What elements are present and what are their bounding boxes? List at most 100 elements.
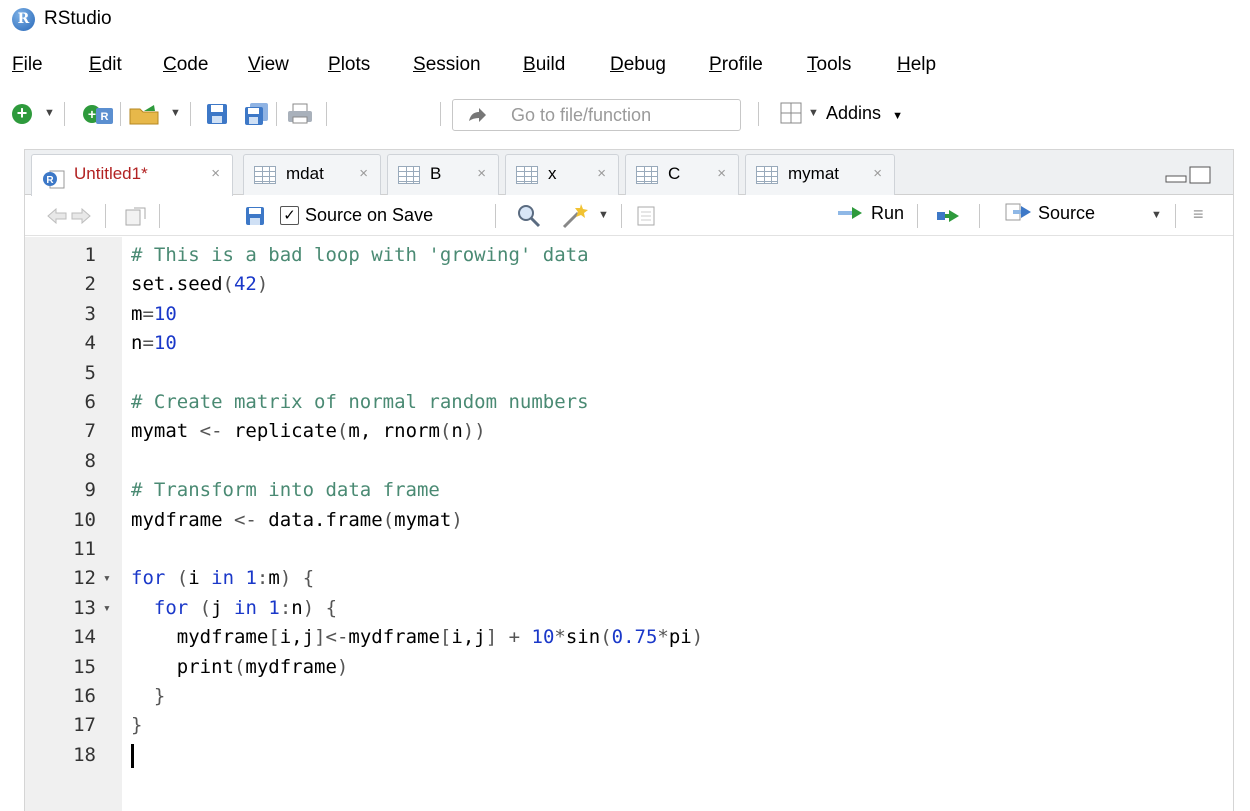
line-number: 1 <box>84 244 96 266</box>
maximize-pane-icon[interactable] <box>1189 166 1211 184</box>
go-to-file-input[interactable] <box>511 103 731 127</box>
run-arrow-icon <box>838 207 862 219</box>
source-on-save-checkbox[interactable]: ✓ <box>280 206 299 225</box>
code-line[interactable]: 1 # This is a bad loop with 'growing' dat… <box>25 241 1233 270</box>
tab-label: C <box>668 164 681 183</box>
line-number: 14 <box>73 626 96 649</box>
save-icon[interactable] <box>206 103 228 125</box>
addins-menu-button[interactable]: Addins ▼ <box>826 103 903 124</box>
save-current-icon[interactable] <box>245 206 265 226</box>
code-line[interactable]: 11 <box>25 535 1233 564</box>
source-arrow-icon <box>1005 203 1031 221</box>
rerun-icon[interactable] <box>935 208 965 224</box>
menu-item[interactable]: Edit <box>89 54 122 76</box>
menu-item[interactable]: Build <box>523 54 565 76</box>
menu-item[interactable]: Code <box>163 54 208 76</box>
source-on-save-label: Source on Save <box>305 205 434 225</box>
code-tools-wand-icon[interactable] <box>561 202 591 230</box>
source-button[interactable]: Source <box>1005 203 1095 229</box>
close-tab-icon[interactable]: × <box>717 155 726 193</box>
menu-item[interactable]: View <box>248 54 289 76</box>
close-tab-icon[interactable]: × <box>597 155 606 193</box>
run-button[interactable]: Run <box>838 203 904 229</box>
code-line[interactable]: 12 ▾ for (i in 1:m) { <box>25 564 1233 593</box>
code-line[interactable]: 17} <box>25 711 1233 740</box>
new-file-icon[interactable]: + <box>12 104 32 124</box>
line-number: 3 <box>84 302 96 325</box>
code-line[interactable]: 15 print(mydframe) <box>25 653 1233 682</box>
code-text: } <box>131 714 143 737</box>
text-cursor <box>131 743 134 768</box>
close-tab-icon[interactable]: × <box>873 155 882 193</box>
code-text: set.seed(42) <box>131 273 269 296</box>
editor-tab[interactable]: R Untitled1* × <box>31 154 233 196</box>
workspace-panes-icon[interactable] <box>780 102 802 124</box>
editor-tab[interactable]: x × <box>505 154 619 195</box>
code-text: mydframe <- data.frame(mymat) <box>131 508 463 531</box>
code-line[interactable]: 10 mydframe <- data.frame(mymat) <box>25 506 1233 535</box>
open-file-dropdown-icon[interactable]: ▼ <box>170 107 181 135</box>
editor-tab[interactable]: B × <box>387 154 499 195</box>
close-tab-icon[interactable]: × <box>211 155 220 193</box>
code-text: print(mydframe) <box>131 655 349 678</box>
source-dropdown-icon[interactable]: ▼ <box>1151 209 1162 221</box>
forward-arrow-icon[interactable] <box>71 208 91 224</box>
rstudio-logo-icon: R <box>12 8 35 31</box>
find-replace-icon[interactable] <box>517 204 541 228</box>
line-number: 17 <box>73 714 96 737</box>
data-grid-icon <box>756 166 778 184</box>
menu-item[interactable]: Tools <box>807 54 851 76</box>
code-line[interactable]: 4 n=10 <box>25 329 1233 358</box>
go-to-file-box[interactable] <box>452 99 741 131</box>
back-arrow-icon[interactable] <box>47 208 67 224</box>
fold-toggle-icon[interactable]: ▾ <box>103 564 111 593</box>
code-line[interactable]: 5 <box>25 359 1233 388</box>
svg-text:R: R <box>101 111 109 123</box>
fold-toggle-icon[interactable]: ▾ <box>103 594 111 623</box>
new-file-dropdown-icon[interactable]: ▼ <box>44 107 55 135</box>
code-text: for (i in 1:m) { <box>131 567 315 590</box>
code-line[interactable]: 2 set.seed(42) <box>25 270 1233 299</box>
menu-item[interactable]: File <box>12 54 43 76</box>
line-number: 12 <box>73 567 96 590</box>
menu-item[interactable]: Help <box>897 54 936 76</box>
chevron-down-icon: ▼ <box>892 110 903 122</box>
code-line[interactable]: 6 # Create matrix of normal random number… <box>25 388 1233 417</box>
source-pane: R Untitled1* × mdat × B × x × C × mymat × ✓ Source o… <box>24 149 1234 811</box>
open-file-icon[interactable] <box>128 102 164 126</box>
code-line[interactable]: 9 # Transform into data frame <box>25 476 1233 505</box>
close-tab-icon[interactable]: × <box>359 155 368 193</box>
menu-item[interactable]: Plots <box>328 54 370 76</box>
code-line[interactable]: 8 <box>25 447 1233 476</box>
new-project-icon[interactable]: + R <box>82 102 114 126</box>
code-text: } <box>153 685 166 707</box>
code-line[interactable]: 3 m=10 <box>25 300 1233 329</box>
minimize-pane-icon[interactable] <box>1165 170 1187 184</box>
menu-item[interactable]: Debug <box>610 54 666 76</box>
code-tools-dropdown-icon[interactable]: ▼ <box>598 209 609 221</box>
document-outline-icon[interactable] <box>637 206 655 226</box>
code-editor[interactable]: 1 # This is a bad loop with 'growing' dat… <box>25 237 1233 811</box>
addins-label: Addins <box>826 103 882 123</box>
r-script-icon: R <box>42 166 65 189</box>
line-number: 9 <box>84 479 96 502</box>
menu-item[interactable]: Profile <box>709 54 763 76</box>
editor-tab[interactable]: mymat × <box>745 154 895 195</box>
code-line[interactable]: 18 <box>25 741 1233 770</box>
code-line[interactable]: 7 mymat <- replicate(m, rnorm(n)) <box>25 417 1233 446</box>
code-line[interactable]: 13 ▾ for (j in 1:n) { <box>25 594 1233 623</box>
editor-tab[interactable]: C × <box>625 154 739 195</box>
line-number: 6 <box>84 391 96 413</box>
editor-tab[interactable]: mdat × <box>243 154 381 195</box>
show-outline-icon[interactable]: ≡ <box>1193 204 1204 225</box>
save-all-icon[interactable] <box>244 102 270 126</box>
show-in-window-icon[interactable] <box>125 206 147 226</box>
code-text: mydframe[i,j]<-mydframe[i,j] + 10*sin(0.… <box>131 626 704 649</box>
close-tab-icon[interactable]: × <box>477 155 486 193</box>
panes-dropdown-icon[interactable]: ▼ <box>808 107 819 135</box>
menu-item[interactable]: Session <box>413 54 481 76</box>
code-text: n=10 <box>131 332 177 355</box>
code-line[interactable]: 16 } <box>25 682 1233 711</box>
print-icon[interactable] <box>286 102 314 126</box>
code-line[interactable]: 14 mydframe[i,j]<-mydframe[i,j] + 10*sin… <box>25 623 1233 652</box>
